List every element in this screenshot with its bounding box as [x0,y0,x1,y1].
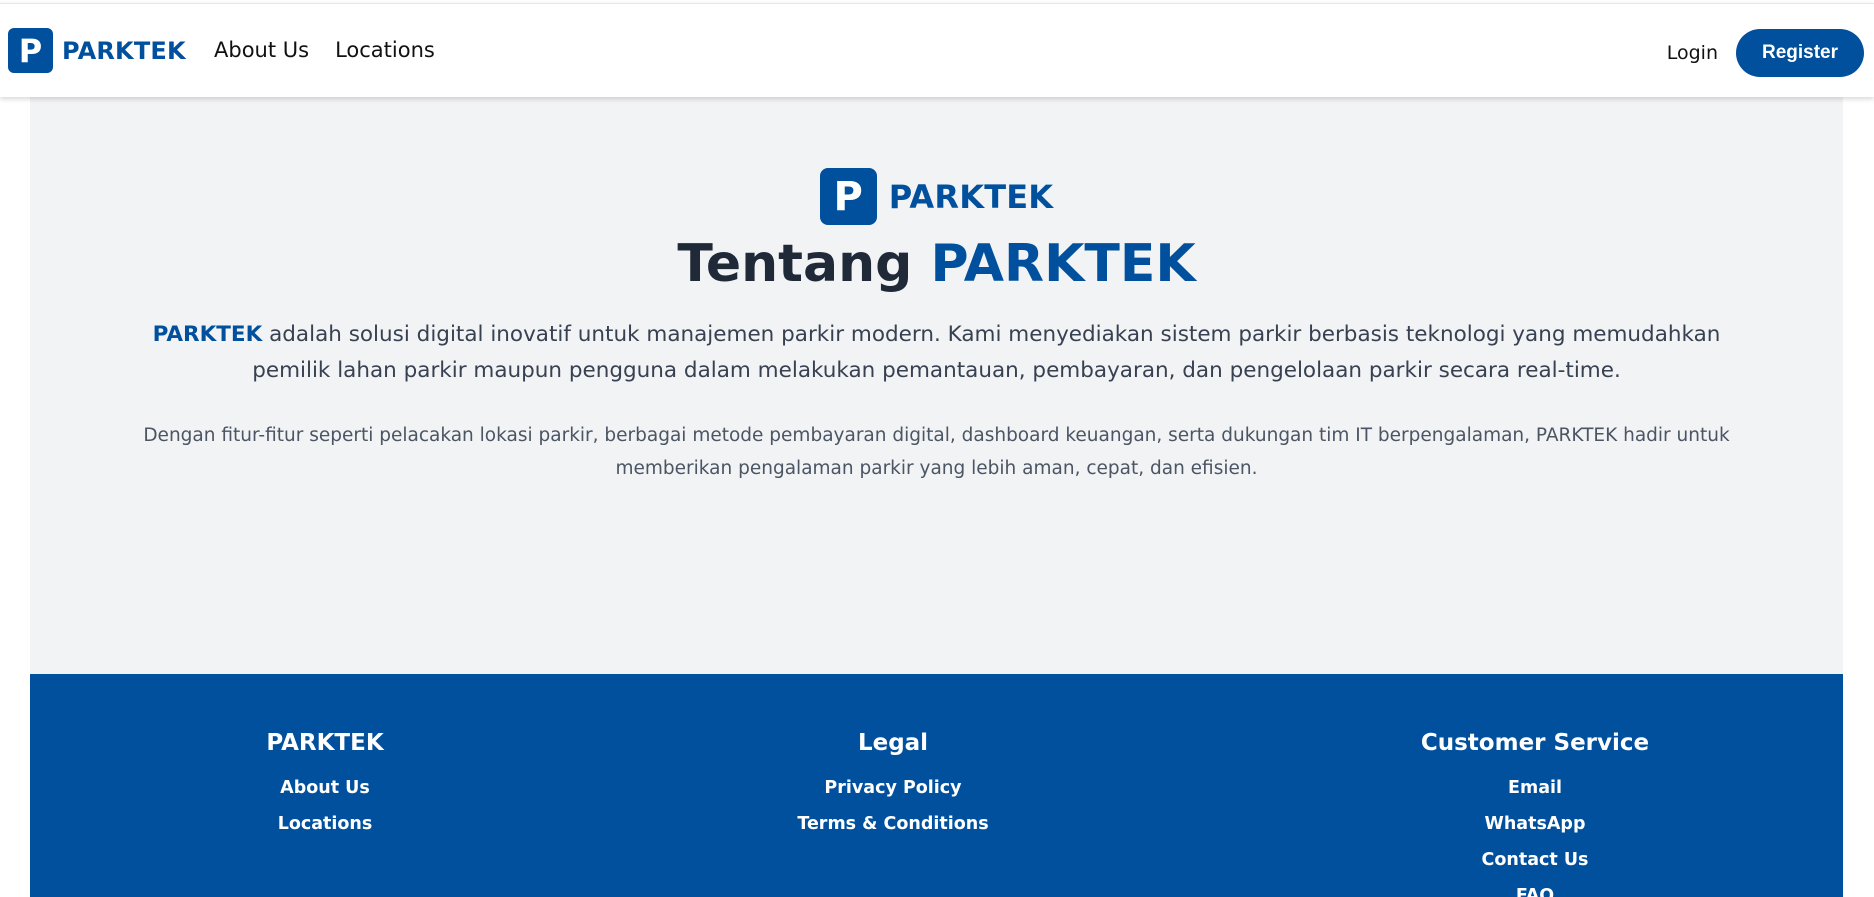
footer-link-terms-conditions[interactable]: Terms & Conditions [713,806,1073,842]
footer-column-legal: Legal Privacy Policy Terms & Conditions [713,730,1073,842]
brand-logo-link[interactable]: P PARKTEK [8,28,186,73]
footer-link-contact-us[interactable]: Contact Us [1355,842,1715,878]
about-logo-name: PARKTEK [888,177,1054,216]
lead-text: adalah solusi digital inovatif untuk man… [252,322,1721,383]
navbar: P PARKTEK About Us Locations Login Regis… [0,3,1874,97]
page-title: Tentang PARKTEK [30,234,1843,294]
about-lead-paragraph: PARKTEK adalah solusi digital inovatif u… [140,317,1733,389]
title-prefix: Tentang [677,234,913,294]
nav-link-about-us[interactable]: About Us [214,38,309,62]
footer: PARKTEK About Us Locations Legal Privacy… [30,674,1843,897]
login-link[interactable]: Login [1667,42,1718,64]
footer-column-parktek: PARKTEK About Us Locations [145,730,505,842]
footer-heading: Legal [857,730,929,756]
footer-link-faq[interactable]: FAQ [1355,878,1715,897]
lead-accent: PARKTEK [152,322,263,347]
title-accent: PARKTEK [930,234,1196,294]
footer-link-email[interactable]: Email [1355,770,1715,806]
about-section: P PARKTEK Tentang PARKTEK PARKTEK adalah… [30,97,1843,674]
register-button[interactable]: Register [1736,29,1864,77]
parking-logo-icon: P [8,28,53,73]
footer-heading: Customer Service [1420,730,1650,756]
footer-column-customer-service: Customer Service Email WhatsApp Contact … [1355,730,1715,897]
footer-link-about-us[interactable]: About Us [145,770,505,806]
nav-links: About Us Locations [214,38,435,62]
nav-link-locations[interactable]: Locations [335,38,435,62]
parking-logo-icon: P [819,168,877,225]
about-logo: P PARKTEK [30,168,1843,225]
footer-link-privacy-policy[interactable]: Privacy Policy [713,770,1073,806]
about-sub-paragraph: Dengan fitur-fitur seperti pelacakan lok… [143,425,1730,479]
footer-heading: PARKTEK [266,730,384,756]
nav-auth: Login Register [1667,29,1864,77]
brand-name: PARKTEK [62,36,186,65]
footer-link-locations[interactable]: Locations [145,806,505,842]
footer-link-whatsapp[interactable]: WhatsApp [1355,806,1715,842]
